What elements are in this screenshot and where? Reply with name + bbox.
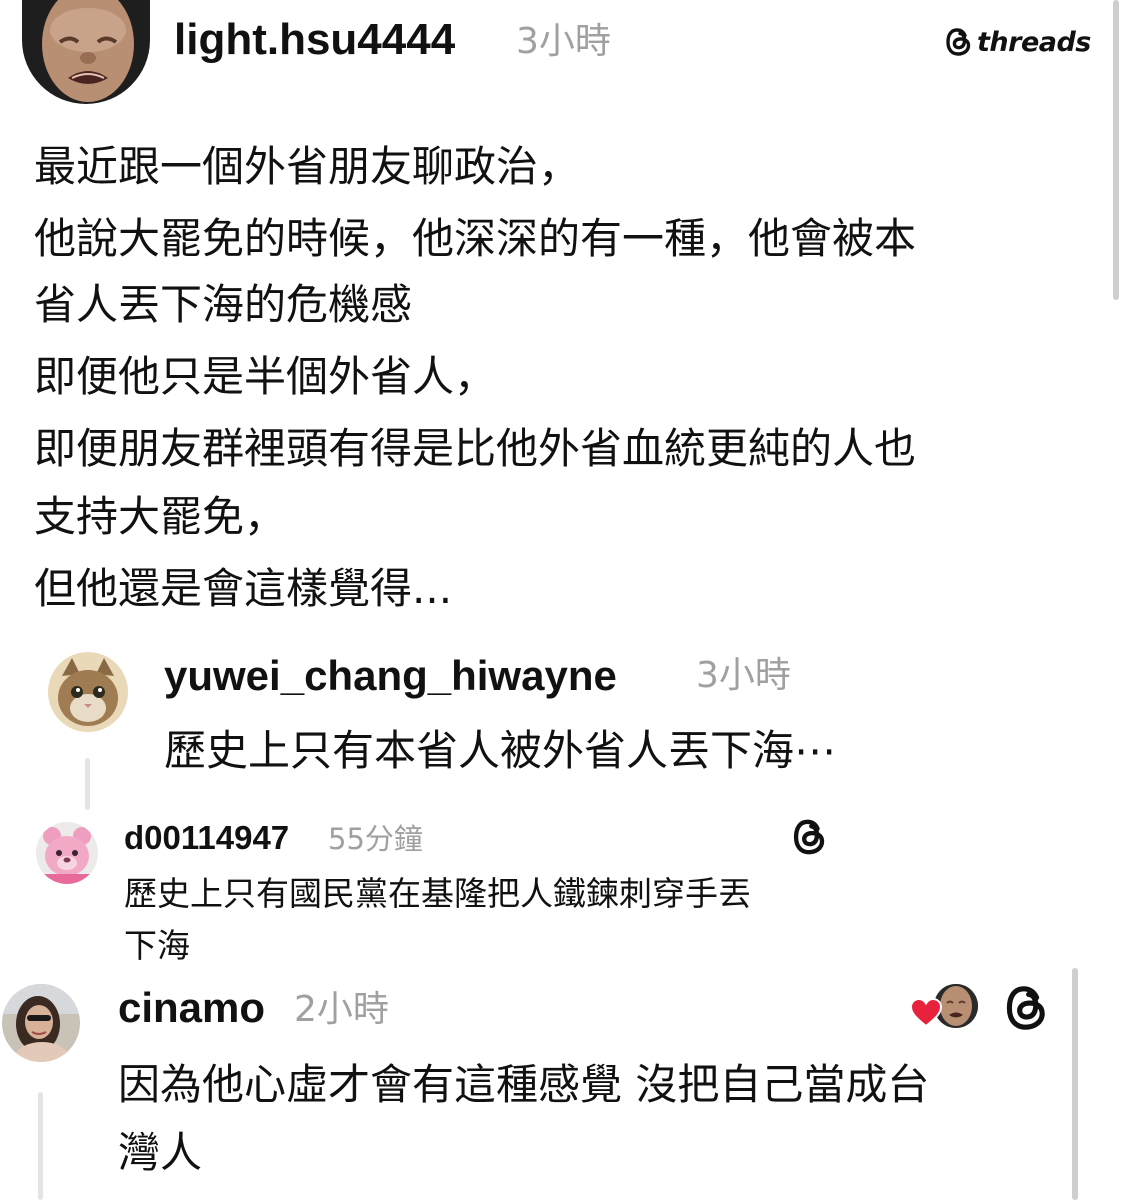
reply-author-avatar[interactable] xyxy=(36,822,98,884)
threads-brand: threads xyxy=(945,24,1091,60)
reply-scrollbar[interactable] xyxy=(1072,968,1078,1200)
reply-body-line: 灣人 xyxy=(118,1128,203,1177)
reply-timestamp: 55分鐘 xyxy=(328,822,423,856)
reply-body-line: 下海 xyxy=(124,926,190,965)
post-body-line: 但他還是會這樣覺得... xyxy=(34,564,453,613)
threads-logo-icon xyxy=(793,819,825,855)
threads-logo-icon xyxy=(946,28,971,56)
woman-photo-avatar-icon xyxy=(2,984,80,1062)
reply-thread-line xyxy=(38,1092,43,1200)
reply-author-name[interactable]: d00114947 xyxy=(124,818,289,858)
scrollbar-thumb[interactable] xyxy=(1113,0,1119,300)
reply-author-name[interactable]: yuwei_chang_hiwayne xyxy=(164,650,617,702)
post-author-name[interactable]: light.hsu4444 xyxy=(174,14,455,66)
reply-author-avatar[interactable] xyxy=(48,652,128,732)
crying-baby-avatar-icon xyxy=(22,0,150,104)
threads-logo-icon xyxy=(1006,986,1045,1030)
reply-body-line: 歷史上只有本省人被外省人丟下海⋯ xyxy=(164,726,837,775)
heart-icon xyxy=(910,998,942,1028)
reply-timestamp: 3小時 xyxy=(696,655,791,696)
reply-author-avatar[interactable] xyxy=(2,984,80,1062)
reply-thread-line xyxy=(85,758,90,810)
post-timestamp: 3小時 xyxy=(516,21,611,62)
reply-body-line: 因為他心虛才會有這種感覺 沒把自己當成台 xyxy=(118,1060,930,1109)
post-body-line: 即便朋友群裡頭有得是比他外省血統更純的人也 xyxy=(34,424,917,473)
reply-author-name[interactable]: cinamo xyxy=(118,982,265,1034)
reply-body-line: 歷史上只有國民黨在基隆把人鐵鍊刺穿手丟 xyxy=(124,874,751,913)
threads-wordmark: threads xyxy=(977,26,1091,58)
pink-bear-avatar-icon xyxy=(36,822,98,884)
reply-timestamp: 2小時 xyxy=(294,989,389,1030)
post-body-line: 最近跟一個外省朋友聊政治， xyxy=(34,142,581,191)
cat-avatar-icon xyxy=(48,652,128,732)
post-body-line: 省人丟下海的危機感 xyxy=(34,280,413,329)
liked-by-author[interactable] xyxy=(910,982,978,1030)
post-body-line: 支持大罷免， xyxy=(34,492,287,541)
post-body-line: 即便他只是半個外省人， xyxy=(34,352,497,401)
post-body-line: 他說大罷免的時候，他深深的有一種，他會被本 xyxy=(34,214,917,263)
post-author-avatar[interactable] xyxy=(22,0,150,104)
